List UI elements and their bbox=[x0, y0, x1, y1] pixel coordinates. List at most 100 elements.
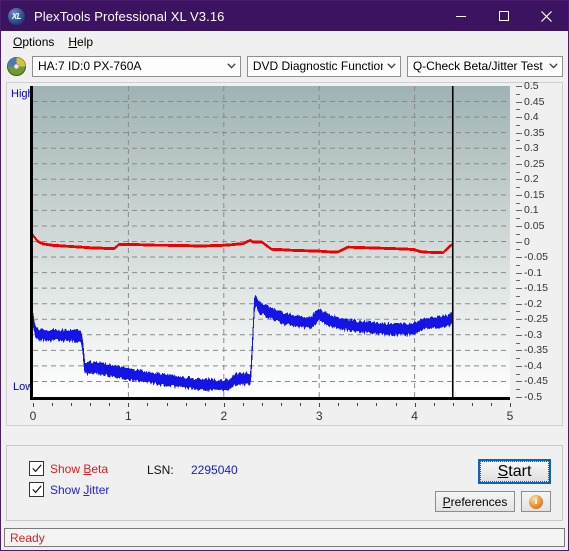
graph-panel: High Low 0.5 0.45 0.4 0.35 0.3 0.25 0.2 0.15 0.1… bbox=[6, 80, 563, 426]
y-tick-minor bbox=[516, 264, 520, 266]
y-tick-mark bbox=[516, 225, 522, 227]
x-tick-minor bbox=[52, 403, 54, 406]
lsn-label: LSN: bbox=[147, 463, 174, 477]
y-tick-minor bbox=[516, 358, 520, 360]
y-tick-label: 0.15 bbox=[524, 188, 545, 201]
y-axis-ticks: 0.5 0.45 0.4 0.35 0.3 0.25 0.2 0.15 0.1 0.05 0 -0.0… bbox=[516, 80, 569, 405]
y-tick-minor bbox=[516, 373, 520, 375]
test-select[interactable]: Q-Check Beta/Jitter Test bbox=[406, 55, 563, 77]
application-window: XL PlexTools Professional XL V3.16 Optio… bbox=[0, 0, 569, 551]
y-tick-mark bbox=[516, 148, 522, 150]
window-title: PlexTools Professional XL V3.16 bbox=[34, 8, 225, 24]
x-tick-label: 2 bbox=[220, 409, 228, 423]
title-bar: XL PlexTools Professional XL V3.16 bbox=[1, 1, 568, 31]
lsn-value: 2295040 bbox=[191, 463, 238, 477]
maximize-button[interactable] bbox=[482, 1, 525, 31]
show-beta-rest: eta bbox=[91, 461, 109, 476]
x-tick-mark bbox=[128, 403, 130, 407]
y-tick-minor bbox=[516, 311, 520, 313]
show-jitter-label: Show Jitter bbox=[50, 482, 110, 497]
info-button[interactable]: i bbox=[521, 491, 551, 512]
y-tick-label: -0.35 bbox=[524, 344, 548, 357]
app-logo-icon: XL bbox=[8, 7, 25, 25]
y-tick-label: 0.05 bbox=[524, 219, 545, 232]
function-select-value: DVD Diagnostic Functions bbox=[252, 59, 383, 73]
y-tick-label: -0.1 bbox=[524, 266, 543, 279]
checkbox-icon[interactable] bbox=[29, 461, 44, 476]
menu-options[interactable]: Options bbox=[7, 33, 62, 51]
function-select[interactable]: DVD Diagnostic Functions bbox=[246, 55, 401, 77]
x-tick-label: 0 bbox=[29, 409, 37, 423]
y-tick-mark bbox=[516, 303, 522, 305]
y-tick-mark bbox=[516, 288, 522, 290]
preferences-button[interactable]: Preferences bbox=[435, 491, 515, 512]
menu-help[interactable]: Help bbox=[62, 33, 101, 51]
y-tick-mark bbox=[516, 397, 522, 398]
y-tick-minor bbox=[516, 233, 520, 235]
drive-select[interactable]: HA:7 ID:0 PX-760A bbox=[32, 55, 241, 77]
y-tick-mark bbox=[516, 350, 522, 352]
y-tick-label: -0.05 bbox=[524, 251, 548, 264]
chevron-down-icon bbox=[545, 63, 562, 69]
show-jitter-checkbox[interactable]: Show Jitter bbox=[29, 482, 109, 497]
window-controls bbox=[439, 1, 568, 31]
y-tick-label: 0.4 bbox=[524, 111, 539, 124]
y-tick-minor bbox=[516, 249, 520, 251]
y-tick-minor bbox=[516, 342, 520, 344]
x-tick-minor bbox=[300, 403, 302, 406]
y-tick-label: 0.35 bbox=[524, 126, 545, 139]
y-tick-minor bbox=[516, 124, 520, 126]
y-tick-mark bbox=[516, 272, 522, 274]
chevron-down-icon bbox=[383, 63, 400, 69]
x-tick-minor bbox=[376, 403, 378, 406]
y-tick-mark bbox=[516, 381, 522, 383]
y-tick-minor bbox=[516, 171, 520, 173]
plot-inner bbox=[33, 86, 510, 397]
y-tick-minor bbox=[516, 155, 520, 157]
y-tick-label: -0.5 bbox=[524, 391, 543, 403]
x-tick-minor bbox=[471, 403, 473, 406]
y-tick-mark bbox=[516, 334, 522, 336]
controls-panel: Show Beta Show Jitter LSN: 2295040 Start… bbox=[6, 445, 563, 521]
plot-svg bbox=[33, 86, 510, 397]
minimize-button[interactable] bbox=[439, 1, 482, 31]
y-tick-label: 0 bbox=[524, 235, 530, 248]
status-bar: Ready bbox=[4, 528, 565, 547]
y-tick-mark bbox=[516, 101, 522, 103]
start-button[interactable]: Start bbox=[478, 459, 551, 484]
x-tick-minor bbox=[147, 403, 149, 406]
y-tick-mark bbox=[516, 257, 522, 259]
y-tick-label: 0.25 bbox=[524, 157, 545, 170]
checkbox-icon[interactable] bbox=[29, 482, 44, 497]
x-tick-minor bbox=[242, 403, 244, 406]
x-tick-minor bbox=[433, 403, 435, 406]
y-tick-mark bbox=[516, 365, 522, 367]
show-beta-checkbox[interactable]: Show Beta bbox=[29, 461, 108, 476]
close-button[interactable] bbox=[525, 1, 568, 31]
x-tick-minor bbox=[452, 403, 454, 406]
menu-help-label: elp bbox=[77, 34, 94, 49]
preferences-button-rest: references bbox=[450, 494, 508, 509]
show-jitter-rest: itter bbox=[89, 482, 110, 497]
chevron-down-icon bbox=[223, 63, 240, 69]
y-tick-minor bbox=[516, 109, 520, 111]
test-select-value: Q-Check Beta/Jitter Test bbox=[412, 59, 543, 73]
y-tick-minor bbox=[516, 389, 520, 391]
y-tick-mark bbox=[516, 319, 522, 321]
cd-disc-icon bbox=[7, 56, 26, 76]
y-tick-label: -0.3 bbox=[524, 328, 543, 341]
beta-jitter-plot bbox=[30, 86, 510, 400]
y-tick-label: 0.2 bbox=[524, 173, 539, 186]
x-tick-minor bbox=[90, 403, 92, 406]
x-tick-label: 4 bbox=[411, 409, 418, 423]
y-tick-mark bbox=[516, 179, 522, 181]
y-tick-label: -0.15 bbox=[524, 282, 548, 295]
x-tick-mark bbox=[223, 403, 225, 407]
y-tick-label: -0.45 bbox=[524, 375, 548, 388]
preferences-button-label: Preferences bbox=[442, 494, 508, 509]
y-tick-minor bbox=[516, 140, 520, 142]
y-tick-mark bbox=[516, 132, 522, 134]
y-tick-mark bbox=[516, 163, 522, 165]
y-tick-minor bbox=[516, 218, 520, 220]
y-tick-minor bbox=[516, 280, 520, 282]
